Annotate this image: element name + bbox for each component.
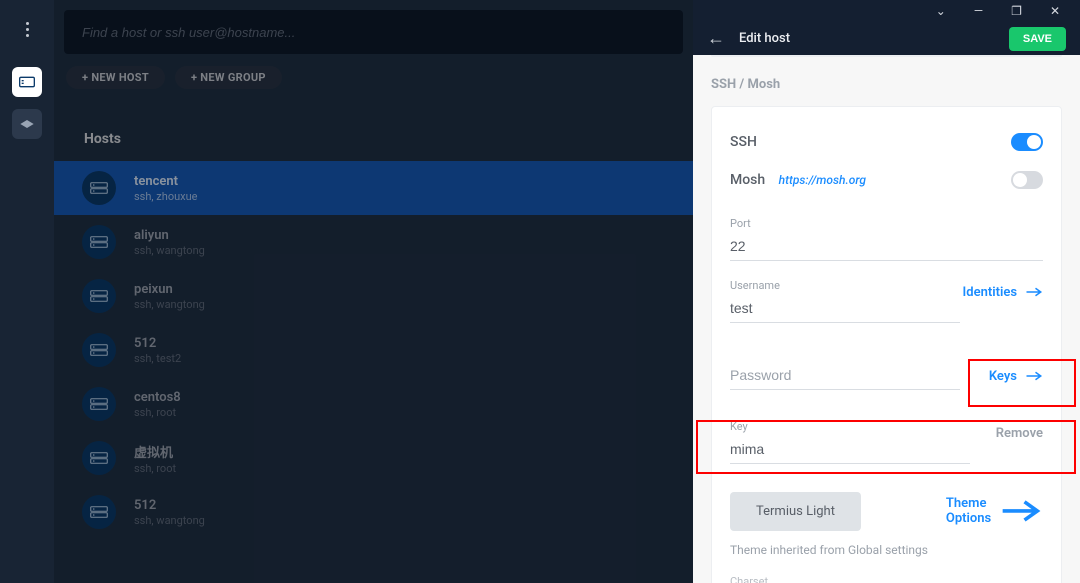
mosh-toggle[interactable]: [1011, 171, 1043, 189]
new-host-button[interactable]: + NEW HOST: [66, 66, 165, 89]
password-input[interactable]: [730, 363, 960, 390]
server-icon: [82, 495, 116, 529]
edit-host-panel: ⌄ — ❐ ✕ ← Edit host SAVE SSH / Mosh SSH …: [693, 0, 1080, 583]
theme-button[interactable]: Termius Light: [730, 492, 861, 531]
host-name: 512: [134, 498, 205, 513]
hosts-heading: Hosts: [54, 95, 693, 161]
chevron-down-icon[interactable]: ⌄: [936, 4, 946, 18]
ssh-card: SSH Mosh https://mosh.org Port Username …: [711, 106, 1062, 583]
hosts-list: tencentssh, zhouxuealiyunssh, wangtongpe…: [54, 161, 693, 539]
charset-label: Charset: [730, 575, 1043, 583]
arrow-right-icon: [999, 500, 1043, 522]
theme-note: Theme inherited from Global settings: [730, 543, 1043, 557]
host-row-text: aliyunssh, wangtong: [134, 228, 205, 257]
username-field: Username Identities: [730, 279, 1043, 323]
host-row-text: 虚拟机ssh, root: [134, 442, 176, 475]
host-row[interactable]: tencentssh, zhouxue: [54, 161, 693, 215]
minimize-icon[interactable]: —: [974, 4, 983, 18]
host-name: tencent: [134, 174, 198, 189]
key-input[interactable]: [730, 437, 970, 464]
maximize-icon[interactable]: ❐: [1011, 4, 1022, 18]
server-icon: [82, 441, 116, 475]
pill-row: + NEW HOST + NEW GROUP: [54, 60, 693, 95]
kebab-icon[interactable]: [26, 22, 29, 37]
host-sub: ssh, root: [134, 406, 181, 419]
username-input[interactable]: [730, 296, 960, 323]
host-row[interactable]: 虚拟机ssh, root: [54, 431, 693, 485]
server-icon: [82, 171, 116, 205]
host-sub: ssh, zhouxue: [134, 190, 198, 203]
mosh-link[interactable]: https://mosh.org: [779, 173, 866, 187]
panel-title: Edit host: [739, 31, 790, 46]
ssh-section-label: SSH / Mosh: [711, 77, 1062, 92]
theme-options-link[interactable]: Theme Options: [946, 496, 1043, 526]
host-sub: ssh, root: [134, 462, 176, 475]
host-name: 512: [134, 336, 181, 351]
ssh-toggle[interactable]: [1011, 133, 1043, 151]
search-input[interactable]: [80, 24, 667, 41]
key-field: Key Remove: [730, 420, 1043, 464]
ssh-toggle-row: SSH: [730, 123, 1043, 161]
host-sub: ssh, wangtong: [134, 244, 205, 257]
identities-link[interactable]: Identities: [953, 279, 1057, 306]
panel-header: ← Edit host SAVE: [693, 23, 1080, 55]
host-row-text: 512ssh, test2: [134, 336, 181, 365]
keys-link[interactable]: Keys: [979, 363, 1057, 390]
port-label: Port: [730, 217, 1043, 230]
back-arrow-icon[interactable]: ←: [707, 28, 725, 49]
server-icon: [82, 225, 116, 259]
window-controls: ⌄ — ❐ ✕: [693, 0, 1080, 23]
remove-key-button[interactable]: Remove: [986, 420, 1057, 447]
sftp-tab-icon[interactable]: [12, 109, 42, 139]
host-row[interactable]: 512ssh, wangtong: [54, 485, 693, 539]
host-row[interactable]: centos8ssh, root: [54, 377, 693, 431]
mosh-label: Mosh https://mosh.org: [730, 172, 866, 188]
port-input[interactable]: [730, 234, 1043, 261]
host-sub: ssh, wangtong: [134, 298, 205, 311]
host-row-text: centos8ssh, root: [134, 390, 181, 419]
host-row[interactable]: peixunssh, wangtong: [54, 269, 693, 323]
server-icon: [82, 279, 116, 313]
host-name: centos8: [134, 390, 181, 405]
sidebar: [0, 0, 54, 583]
host-sub: ssh, wangtong: [134, 514, 205, 527]
host-name: peixun: [134, 282, 205, 297]
previous-card-bottom: [711, 55, 1062, 57]
arrow-right-icon: [1025, 371, 1043, 381]
host-sub: ssh, test2: [134, 352, 181, 365]
panel-body: SSH / Mosh SSH Mosh https://mosh.org Por…: [693, 55, 1080, 583]
host-row[interactable]: aliyunssh, wangtong: [54, 215, 693, 269]
host-name: 虚拟机: [134, 442, 176, 461]
port-field: Port: [730, 217, 1043, 261]
search-bar[interactable]: [64, 10, 683, 54]
host-row-text: peixunssh, wangtong: [134, 282, 205, 311]
save-button[interactable]: SAVE: [1009, 27, 1066, 51]
host-row[interactable]: 512ssh, test2: [54, 323, 693, 377]
close-icon[interactable]: ✕: [1050, 4, 1060, 18]
host-row-text: tencentssh, zhouxue: [134, 174, 198, 203]
server-icon: [82, 387, 116, 421]
arrow-right-icon: [1025, 287, 1043, 297]
host-row-text: 512ssh, wangtong: [134, 498, 205, 527]
hosts-tab-icon[interactable]: [12, 67, 42, 97]
password-field: Keys: [730, 363, 1043, 390]
server-icon: [82, 333, 116, 367]
mosh-toggle-row: Mosh https://mosh.org: [730, 161, 1043, 199]
new-group-button[interactable]: + NEW GROUP: [175, 66, 282, 89]
host-name: aliyun: [134, 228, 205, 243]
theme-row: Termius Light Theme Options: [730, 492, 1043, 531]
main-area: + NEW HOST + NEW GROUP Hosts tencentssh,…: [54, 0, 693, 583]
ssh-label: SSH: [730, 134, 757, 150]
